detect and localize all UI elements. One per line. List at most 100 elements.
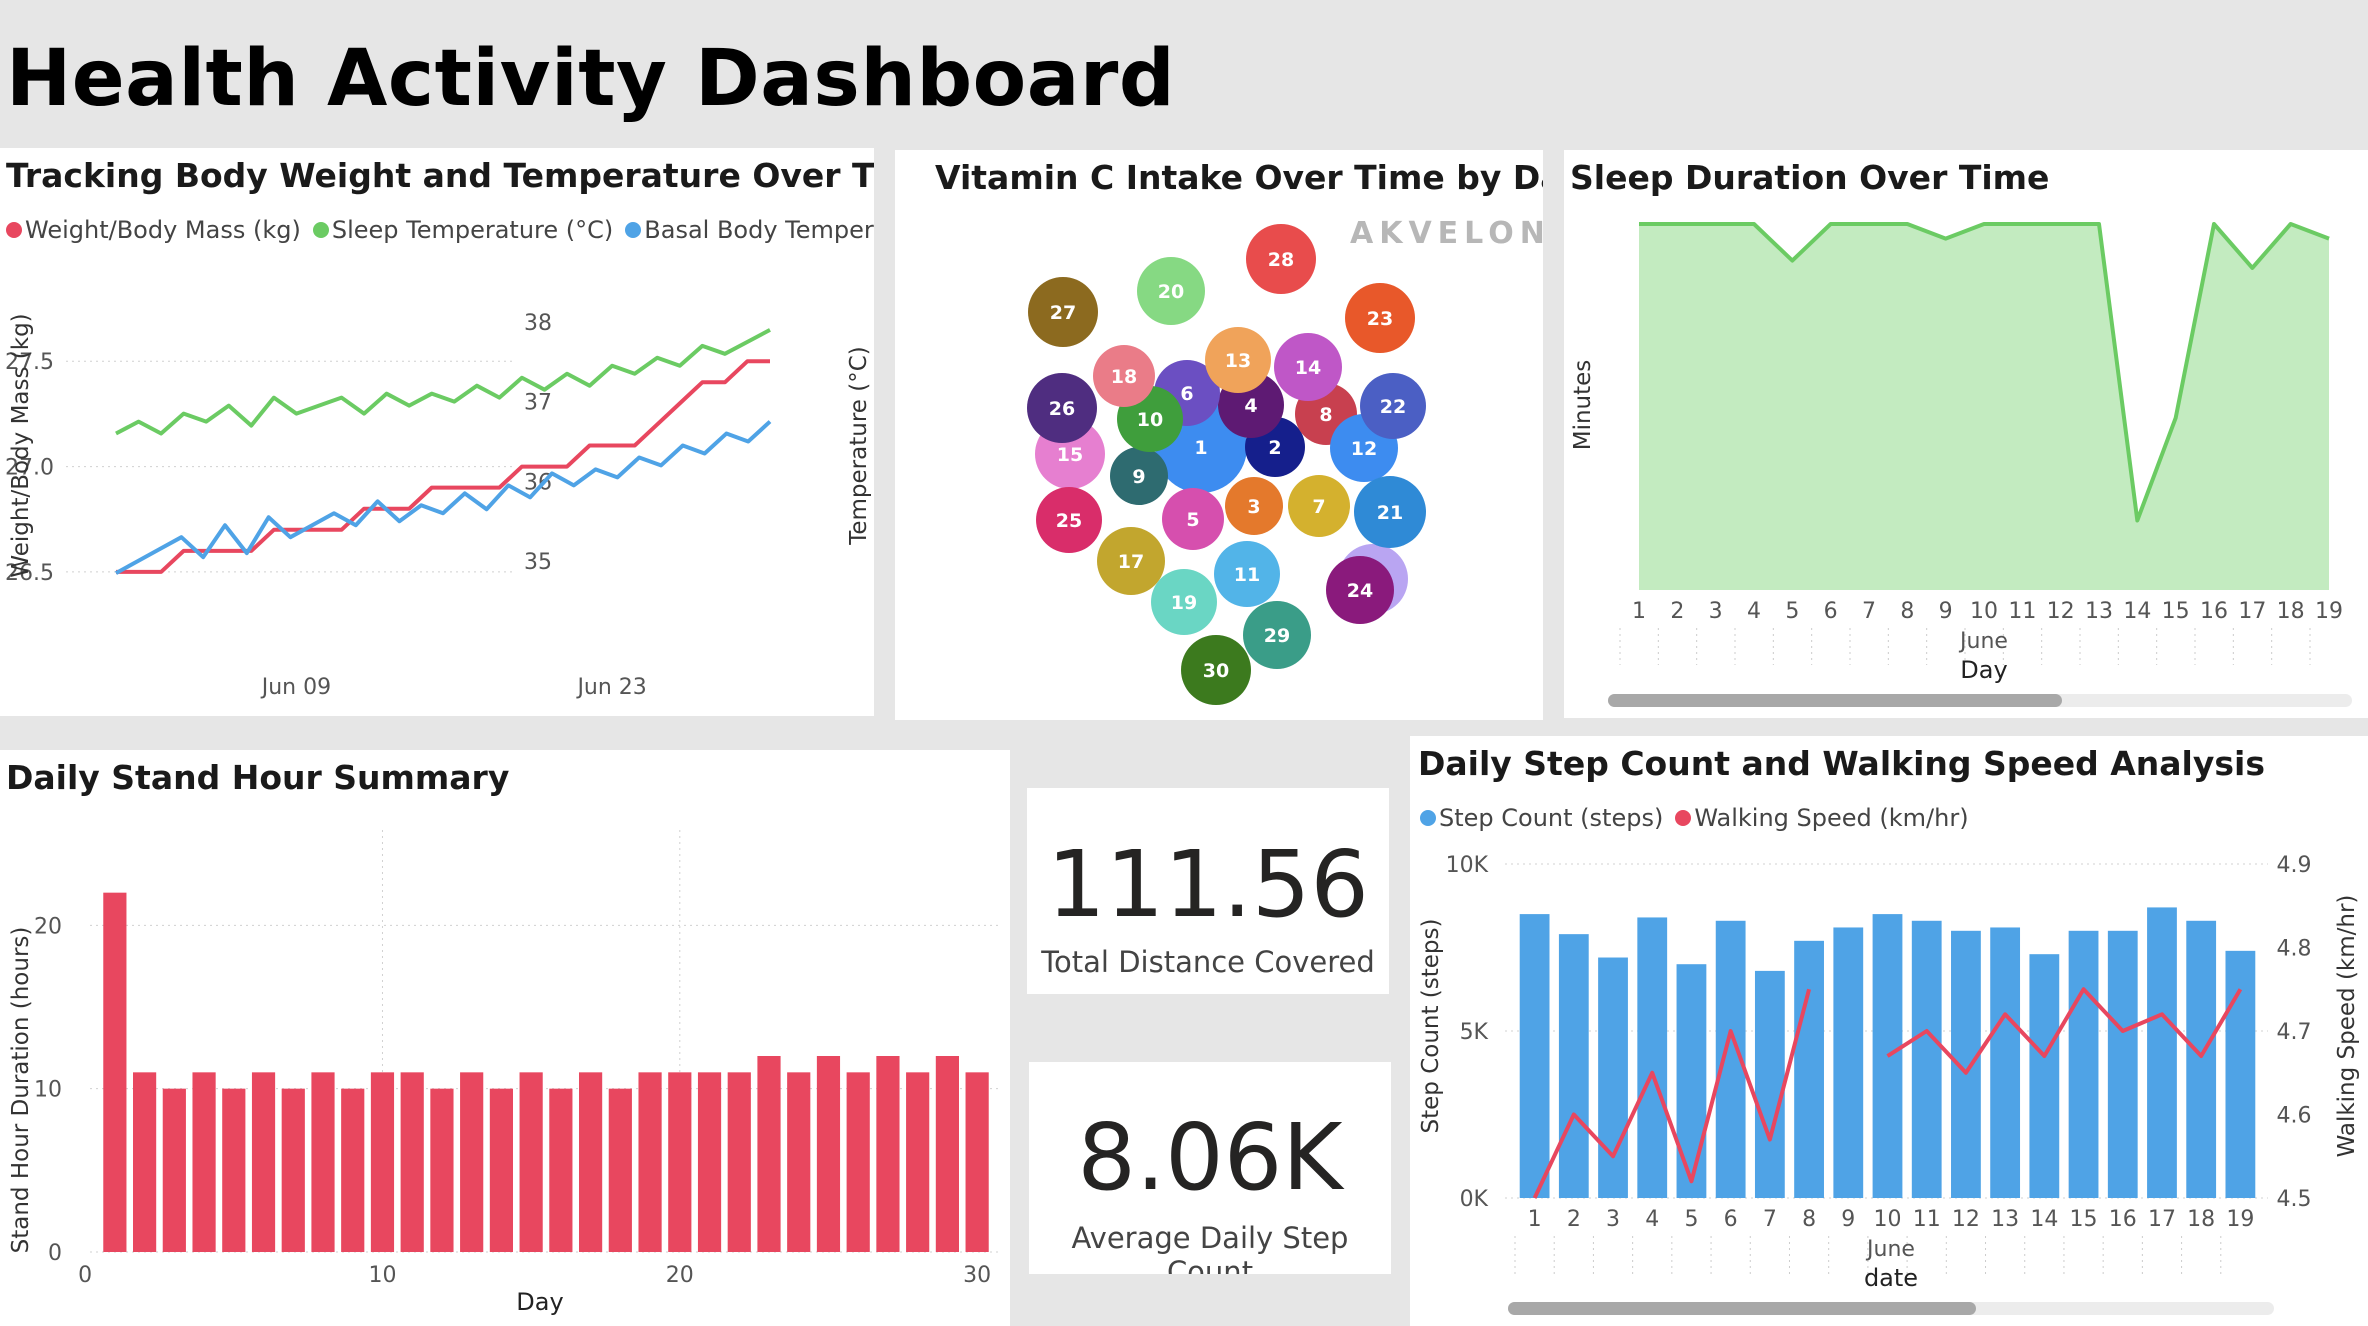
bar-day-9: [341, 1088, 365, 1252]
y-tick-label: 20: [34, 914, 62, 939]
y-right-tick-label: 4.8: [2277, 937, 2312, 962]
bubble-label: 1: [1194, 437, 1207, 459]
bar-step-day-10: [1872, 914, 1903, 1198]
x-tick-label: 19: [2226, 1207, 2254, 1232]
bubble-label: 23: [1367, 308, 1393, 330]
sleep-area-chart[interactable]: Minutes1 2 3 4 5 6 7 8 9 10 11 12 13 14 15 16 17 18 19June…: [1564, 150, 2368, 718]
avg-steps-card[interactable]: 8.06K Average Daily Step Count: [1029, 1062, 1391, 1274]
bar-day-18: [608, 1088, 632, 1252]
y-axis-title: Minutes: [1570, 360, 1596, 451]
bar-day-13: [460, 1072, 484, 1252]
sleep-scrollbar[interactable]: [1608, 694, 2352, 707]
x-tick-label: 30: [963, 1263, 991, 1288]
x-tick-label: 8: [1802, 1207, 1816, 1232]
avg-steps-value: 8.06K: [1077, 1104, 1343, 1211]
bubble-label: 25: [1056, 510, 1082, 532]
x-group-label: June: [1958, 629, 2008, 654]
bubble-label: 12: [1351, 438, 1377, 460]
x-tick-label: 7: [1862, 599, 1876, 624]
y-right-tick-label: 37: [524, 391, 552, 416]
x-tick-label: 2: [1670, 599, 1684, 624]
steps-speed-panel[interactable]: Daily Step Count and Walking Speed Analy…: [1410, 736, 2368, 1326]
bar-step-day-2: [1558, 934, 1589, 1198]
stand-bar-chart[interactable]: 01020Stand Hour Duration (hours)0 10 20 30D…: [0, 750, 1010, 1326]
sleep-panel[interactable]: Sleep Duration Over Time Minutes 1 2 3 4 5 6 7 8…: [1564, 150, 2368, 718]
bar-day-10: [370, 1072, 395, 1252]
bubble-label: 26: [1049, 398, 1075, 420]
bubble-label: 19: [1171, 592, 1197, 614]
bar-day-15: [519, 1072, 543, 1252]
x-tick-label: 10: [1874, 1207, 1902, 1232]
x-axis-title: Day: [1960, 656, 2007, 684]
vitamin-c-bubble-chart[interactable]: 1234567891011121314151617181920212223242…: [895, 150, 1543, 720]
bubble-label: 22: [1380, 396, 1406, 418]
bar-day-20: [668, 1072, 692, 1252]
sleep-scrollbar-thumb[interactable]: [1608, 694, 2062, 707]
bubble-label: 13: [1225, 350, 1251, 372]
bubble-label: 3: [1247, 496, 1260, 518]
bar-day-3: [162, 1088, 186, 1252]
x-tick-label: 20: [666, 1263, 694, 1288]
x-tick-label: 15: [2162, 599, 2190, 624]
x-tick-label: 15: [2070, 1207, 2098, 1232]
bubble-label: 14: [1295, 357, 1321, 379]
x-tick-label: Jun 09: [260, 675, 331, 700]
bar-day-11: [400, 1072, 424, 1252]
series-line-1: [115, 328, 771, 436]
y-right-tick-label: 4.5: [2277, 1187, 2312, 1212]
bar-step-day-5: [1676, 964, 1707, 1198]
y-right-axis-title: Walking Speed (km/hr): [2334, 895, 2360, 1158]
bar-step-day-7: [1754, 970, 1785, 1198]
steps-speed-chart[interactable]: 0K 5K 10K 4.5 4.6 4.7 4.8 4.9 Step Count (steps)…: [1410, 736, 2368, 1326]
vitamin-c-panel[interactable]: Vitamin C Intake Over Time by Day AKVELO…: [895, 150, 1543, 720]
stand-panel[interactable]: Daily Stand Hour Summary 0 10 20 Stand Hour…: [0, 750, 1010, 1326]
steps-scrollbar[interactable]: [1508, 1302, 2274, 1315]
bar-day-27: [876, 1056, 900, 1252]
y-right-tick-label: 38: [524, 311, 552, 336]
bar-step-day-17: [2147, 907, 2177, 1198]
y-left-tick-label: 10K: [1446, 853, 1489, 878]
bar-day-24: [787, 1072, 811, 1252]
x-tick-label: 16: [2200, 599, 2228, 624]
bubble-label: 27: [1050, 302, 1076, 324]
steps-scrollbar-thumb[interactable]: [1508, 1302, 1976, 1315]
bar-step-day-15: [2068, 930, 2099, 1198]
x-tick-label: 0: [78, 1263, 92, 1288]
x-tick-label: 1: [1528, 1207, 1542, 1232]
bubble-label: 17: [1118, 551, 1144, 573]
weight-temp-panel[interactable]: Tracking Body Weight and Temperature Ove…: [0, 148, 874, 716]
y-left-tick-label: 0K: [1460, 1187, 1489, 1212]
page-title: Health Activity Dashboard: [6, 34, 1176, 124]
bubble-label: 2: [1268, 437, 1281, 459]
weight-temp-chart[interactable]: 26.527.027.535363738Weight/Body Mass (kg…: [0, 148, 874, 716]
x-tick-label: 2: [1567, 1207, 1581, 1232]
x-tick-label: 5: [1785, 599, 1799, 624]
x-tick-label: Jun 23: [575, 675, 646, 700]
x-tick-label: 18: [2187, 1207, 2215, 1232]
bar-day-2: [133, 1072, 157, 1252]
bar-day-30: [965, 1072, 989, 1252]
bar-step-day-8: [1794, 940, 1824, 1198]
x-tick-label: 6: [1824, 599, 1838, 624]
bubble-label: 29: [1264, 625, 1290, 647]
y-left-axis-title: Weight/Body Mass (kg): [8, 313, 34, 577]
bubble-label: 30: [1203, 660, 1229, 682]
bubble-label: 5: [1186, 509, 1199, 531]
bar-day-22: [727, 1072, 751, 1252]
bubble-label: 9: [1132, 466, 1145, 488]
bar-day-14: [489, 1088, 513, 1252]
bubble-label: 6: [1180, 383, 1193, 405]
x-tick-label: 7: [1763, 1207, 1777, 1232]
bar-step-day-13: [1990, 927, 2021, 1198]
x-tick-label: 3: [1709, 599, 1723, 624]
x-tick-label: 6: [1724, 1207, 1738, 1232]
bar-step-day-19: [2225, 950, 2256, 1198]
x-group-label: June: [1865, 1237, 1915, 1262]
distance-card[interactable]: 111.56 Total Distance Covered: [1027, 788, 1389, 994]
bar-step-day-4: [1637, 917, 1668, 1198]
bubble-label: 18: [1111, 366, 1137, 388]
y-left-tick-label: 5K: [1460, 1020, 1489, 1045]
bar-step-day-3: [1598, 957, 1628, 1198]
bar-day-25: [816, 1056, 841, 1252]
x-tick-label: 12: [2047, 599, 2075, 624]
